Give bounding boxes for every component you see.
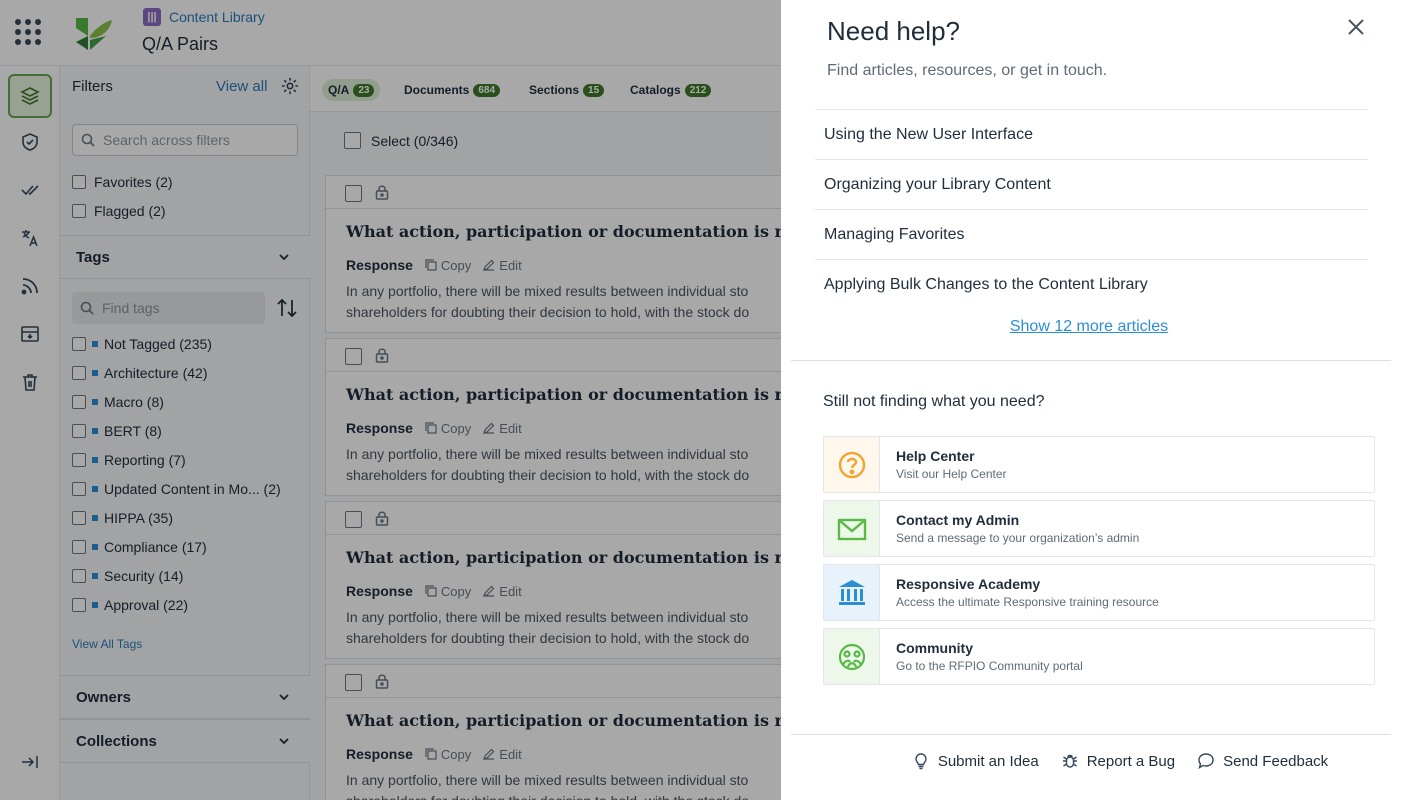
send-feedback-label: Send Feedback <box>1223 752 1329 770</box>
academy-icon <box>838 579 865 605</box>
resource-description: Go to the RFPIO Community portal <box>896 659 1083 673</box>
send-feedback-button[interactable]: Send Feedback <box>1197 752 1328 770</box>
community-icon <box>838 643 865 670</box>
divider <box>791 734 1391 735</box>
show-more-articles-link[interactable]: Show 12 more articles <box>781 318 1397 336</box>
question-icon <box>838 451 865 478</box>
resource-icon-box <box>824 565 880 620</box>
still-not-finding-heading: Still not finding what you need? <box>823 393 1045 410</box>
submit-idea-button[interactable]: Submit an Idea <box>912 752 1039 770</box>
modal-backdrop[interactable] <box>0 0 781 800</box>
bug-icon <box>1062 754 1077 768</box>
help-title: Need help? <box>827 16 960 46</box>
article-link[interactable]: Organizing your Library Content <box>815 159 1368 209</box>
resource-description: Access the ultimate Responsive training … <box>896 595 1159 609</box>
divider <box>791 360 1391 361</box>
resource-icon-box <box>824 437 880 492</box>
close-icon[interactable] <box>1347 18 1365 36</box>
article-link[interactable]: Using the New User Interface <box>815 109 1368 159</box>
envelope-icon <box>837 518 866 540</box>
report-bug-button[interactable]: Report a Bug <box>1061 752 1175 770</box>
resource-title: Community <box>896 640 973 656</box>
contact-admin-link[interactable]: Contact my Admin Send a message to your … <box>823 500 1375 557</box>
help-subtitle: Find articles, resources, or get in touc… <box>827 62 1108 79</box>
resource-title: Responsive Academy <box>896 576 1041 592</box>
submit-idea-label: Submit an Idea <box>937 752 1039 770</box>
help-center-link[interactable]: Help Center Visit our Help Center <box>823 436 1375 493</box>
article-list: Using the New User Interface Organizing … <box>815 109 1368 309</box>
help-panel: Need help? Find articles, resources, or … <box>781 0 1401 800</box>
resource-description: Send a message to your organization’s ad… <box>896 531 1140 545</box>
resource-description: Visit our Help Center <box>896 467 1007 481</box>
speech-bubble-icon <box>1198 753 1214 769</box>
lightbulb-icon <box>915 753 927 770</box>
responsive-academy-link[interactable]: Responsive Academy Access the ultimate R… <box>823 564 1375 621</box>
resource-title: Contact my Admin <box>896 512 1020 528</box>
resource-icon-box <box>824 501 880 556</box>
help-footer: Submit an Idea Report a Bug Send Feedbac… <box>781 752 1401 770</box>
article-link[interactable]: Applying Bulk Changes to the Content Lib… <box>815 259 1368 309</box>
community-link[interactable]: Community Go to the RFPIO Community port… <box>823 628 1375 685</box>
resource-icon-box <box>824 629 880 684</box>
resource-title: Help Center <box>896 448 975 464</box>
report-bug-label: Report a Bug <box>1086 752 1176 770</box>
article-link[interactable]: Managing Favorites <box>815 209 1368 259</box>
